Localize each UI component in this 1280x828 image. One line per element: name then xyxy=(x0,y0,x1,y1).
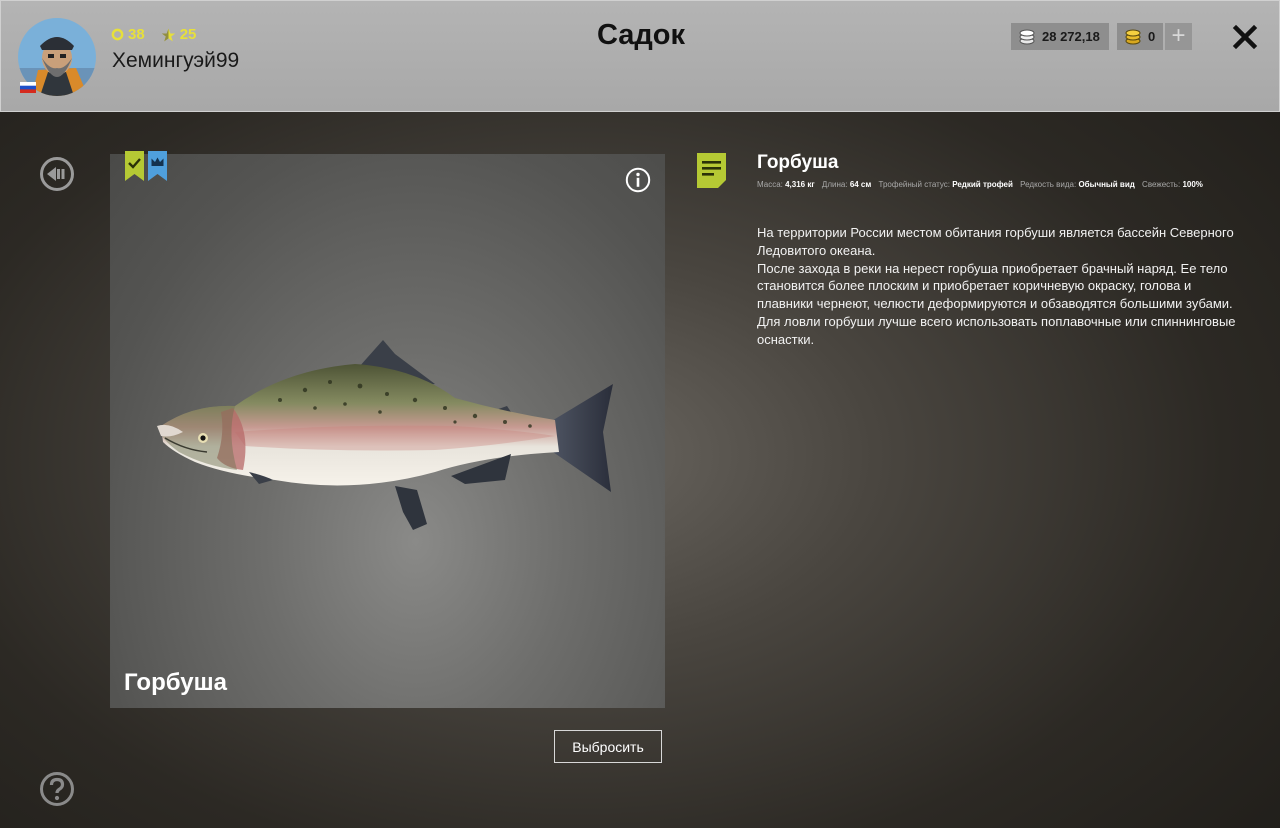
rarity-value: Обычный вид xyxy=(1078,180,1135,189)
silver-coins-icon xyxy=(1018,29,1036,45)
discard-button[interactable]: Выбросить xyxy=(554,730,662,763)
silver-balance: 28 272,18 xyxy=(1011,23,1109,50)
fish-stats: Масса: 4,316 кг Длина: 64 см Трофейный с… xyxy=(757,180,1203,189)
fish-preview-panel: Горбуша xyxy=(110,151,665,708)
description-note-icon xyxy=(697,153,726,188)
freshness-label: Свежесть: xyxy=(1142,180,1181,189)
freshness-value: 100% xyxy=(1182,180,1203,189)
gold-coins-icon xyxy=(1124,29,1142,45)
level-points: 38 xyxy=(128,26,145,43)
gold-balance: 0 xyxy=(1117,23,1163,50)
mass-value: 4,316 кг xyxy=(785,180,815,189)
info-icon[interactable] xyxy=(625,167,651,193)
player-stats: 38 25 xyxy=(111,26,196,43)
trophy-status-label: Трофейный статус: xyxy=(878,180,950,189)
page-title: Садок xyxy=(596,19,686,51)
length-value: 64 см xyxy=(849,180,872,189)
player-username[interactable]: Хемингуэй99 xyxy=(112,49,239,73)
description-paragraph: После захода в реки на нерест горбуша пр… xyxy=(757,260,1233,312)
top-bar: 38 25 Хемингуэй99 Садок 28 272,18 0 + xyxy=(0,0,1280,112)
russia-flag-icon xyxy=(20,82,36,93)
caught-check-badge-icon xyxy=(125,151,144,181)
description-paragraph: Для ловли горбуши лучше всего использова… xyxy=(757,313,1236,347)
description-paragraph: На территории России местом обитания гор… xyxy=(757,225,1234,258)
fish-name-caption: Горбуша xyxy=(124,669,227,696)
length-label: Длина: xyxy=(821,180,848,189)
level-ring-icon xyxy=(111,28,124,41)
gold-amount: 0 xyxy=(1148,29,1156,44)
pink-salmon-fish-image xyxy=(157,340,613,530)
close-icon[interactable] xyxy=(1231,23,1259,51)
mass-label: Масса: xyxy=(757,180,783,189)
trophy-status-value: Редкий трофей xyxy=(952,180,1013,189)
rank-points: 25 xyxy=(179,26,197,43)
fish-title: Горбуша xyxy=(757,152,839,173)
rarity-label: Редкость вида: xyxy=(1020,180,1077,189)
back-arrow-icon[interactable] xyxy=(39,156,75,192)
help-icon[interactable] xyxy=(39,771,75,807)
silver-amount: 28 272,18 xyxy=(1042,29,1100,44)
trophy-crown-badge-icon xyxy=(148,151,167,181)
fish-badges xyxy=(125,151,167,181)
star-icon xyxy=(161,28,175,41)
fish-description: На территории России местом обитания гор… xyxy=(757,224,1237,349)
add-gold-button[interactable]: + xyxy=(1165,23,1192,50)
